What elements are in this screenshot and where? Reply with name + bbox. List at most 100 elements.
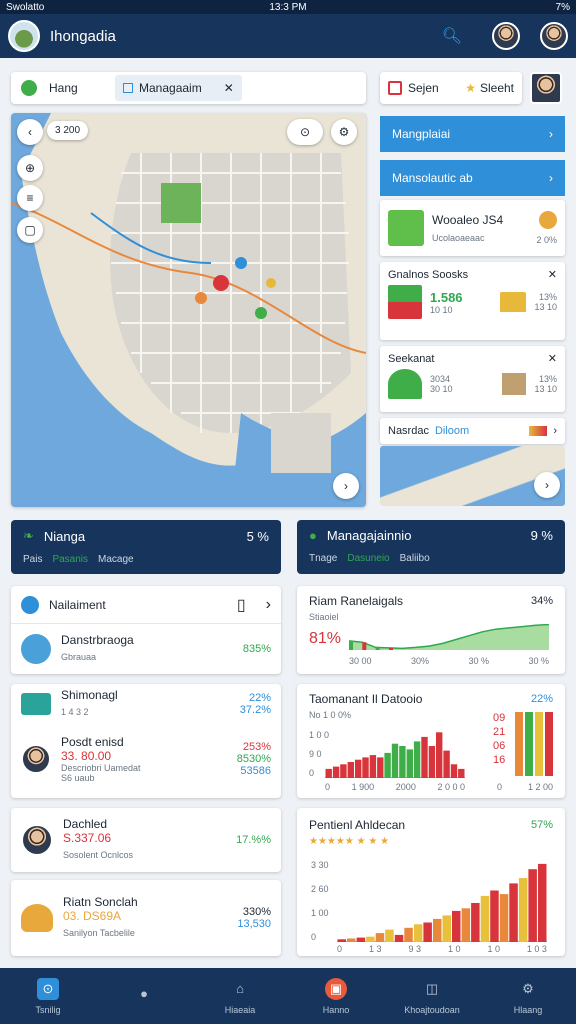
home-icon: ⌂ [236,981,244,996]
data-bar [490,890,499,942]
data-bar [385,929,394,942]
layers-icon[interactable]: ≡ [17,185,43,211]
filter-tag[interactable]: Managaaim ✕ [115,75,242,101]
side-bar-item-2[interactable]: Mansolautic ab › [380,160,565,196]
status-bar: Swolatto 13:3 PM 7% [0,0,576,14]
list-item[interactable]: Riatn Sonclah 03. DS69A Sanilyon Tacbeli… [11,880,281,956]
side-bar-item-1[interactable]: Mangplaiai › [380,116,565,152]
map-view[interactable]: ‹ 3 200 ⊕ ≡ ▢ ⊙ ⚙ › [11,113,366,507]
section-header-left: ❧ Nianga 5 % Pais Pasanis Macage [11,520,281,574]
data-bar [362,642,367,650]
chart-pct: 34% [530,595,553,607]
next-icon[interactable]: › [534,472,560,498]
close-icon[interactable]: ✕ [548,268,557,281]
nav-item[interactable]: ◫ Khoajtoudoan [384,968,480,1024]
data-bar [509,883,518,942]
data-bar [349,640,353,650]
avatar[interactable] [540,22,568,50]
nav-item[interactable]: ● [96,968,192,1024]
avatar[interactable] [492,22,520,50]
section-pct: 5 % [246,528,269,544]
section-tag: Pasanis [52,554,89,565]
x-tick: 1 3 [368,944,382,954]
section-title: Nianga [43,528,86,544]
data-bar [391,743,399,778]
data-bar [443,750,450,778]
section-tag: Tnage [309,553,338,564]
close-icon[interactable]: ✕ [548,352,557,365]
data-bar [332,766,340,778]
y-tick: 0 [311,932,317,942]
data-bar [421,736,428,778]
list-item-sub: Sosolent Ocnlcos [63,850,134,860]
x-tick: 30% [411,656,430,666]
section-tag: Dasuneio [347,553,390,564]
side-bar [535,712,543,776]
back-icon[interactable]: ‹ [17,119,43,145]
data-bar [528,869,537,942]
poi-title: Nasrdac [388,425,429,437]
chart-pct: 57% [530,819,553,831]
data-bar [413,741,421,778]
data-bar [347,938,356,942]
list-item-pct-2: 13,530 [237,918,271,930]
y-tick: 3 30 [311,860,329,870]
side-axis: 0 1 2 00 [497,782,553,792]
poi-card-4[interactable]: Nasrdac Diloom › [380,418,565,444]
map-canvas[interactable] [11,113,366,507]
list-item-pct-2: 8530% [236,753,271,765]
chat-icon[interactable]: ▢ [17,217,43,243]
nav-item[interactable]: ▣ Hanno [288,968,384,1024]
list-item[interactable]: Dachled S.337.06 Sosolent Ocnlcos 17.%% [11,808,281,872]
compass-icon: ⊙ [37,977,59,1000]
poi-card-2[interactable]: Gnalnos Soosks ✕ 1.586 10 10 13% 13 10 [380,262,565,340]
data-bar [384,752,391,778]
next-icon[interactable]: › [333,473,359,499]
data-bar [471,903,480,942]
chevron-right-icon: › [549,171,553,185]
list-item[interactable]: Shimonagl 1 4 3 2 22% 37.2% [11,684,281,724]
tower-icon [502,373,527,395]
nav-item[interactable]: ⚙ Hlaang [480,968,576,1024]
settings-icon[interactable]: ⚙ [331,119,357,145]
compass-icon[interactable]: ⊙ [287,119,323,145]
filter-label[interactable]: Hang [49,81,115,95]
poi-card-1[interactable]: Wooaleo JS4 Ucolaoaeaac 2 0% [380,200,565,256]
nav-item[interactable]: ⊙ Tsnilig [0,968,96,1024]
x-tick: 1 0 3 [526,944,547,954]
locate-icon[interactable]: ⊕ [17,155,43,181]
nav-label: Khoajtoudoan [404,1004,460,1015]
share-button[interactable]: Sejen [388,81,439,95]
x-tick: 1 0 [487,944,500,954]
y-tick: 1 00 [311,908,329,918]
poi-meta: 10 10 [430,304,453,315]
poi-link[interactable]: Diloom [435,425,523,437]
settings-icon: ⚙ [522,980,534,996]
poi-sub: Ucolaoaeaac [432,233,485,243]
bar-chart [337,863,547,942]
poi-card-3[interactable]: Seekanat ✕ 3034 30 10 13% 13 10 [380,346,565,412]
nav-label: Tsnilig [35,1004,61,1015]
nav-item[interactable]: ⌂ Hiaeaia [192,968,288,1024]
pin-icon: ● [309,528,317,543]
avatar[interactable] [530,72,562,104]
bookmark-icon[interactable]: ▯ [237,595,246,615]
mini-map[interactable]: › [380,446,565,506]
info-icon[interactable] [539,211,557,229]
chart-card-2: Taomanant Il Datooio 22% No 1 0 0% 1 0 09… [297,684,565,798]
data-bar [499,894,509,942]
poi-pct: 13% [538,292,557,302]
temple-icon [500,292,527,312]
list-item[interactable]: Posdt enisd 33. 80.00 Descriobri Uamedat… [11,724,281,794]
side-values: 09 21 06 16 [493,712,505,766]
close-icon[interactable]: ✕ [224,81,234,95]
list-item[interactable]: Danstrbraoga Gbrauaa 835% [11,624,281,674]
x-tick: 0 [337,944,343,954]
chevron-right-icon[interactable]: › [553,425,557,437]
data-bar [325,768,332,778]
star-button[interactable]: ★ Sleeht [465,81,514,95]
chevron-right-icon[interactable]: › [266,596,271,614]
search-icon[interactable]: 🔍︎ [442,26,462,46]
x-axis: 0 1 900 2000 2 0 0 0 [325,782,465,792]
side-bar [515,712,523,776]
